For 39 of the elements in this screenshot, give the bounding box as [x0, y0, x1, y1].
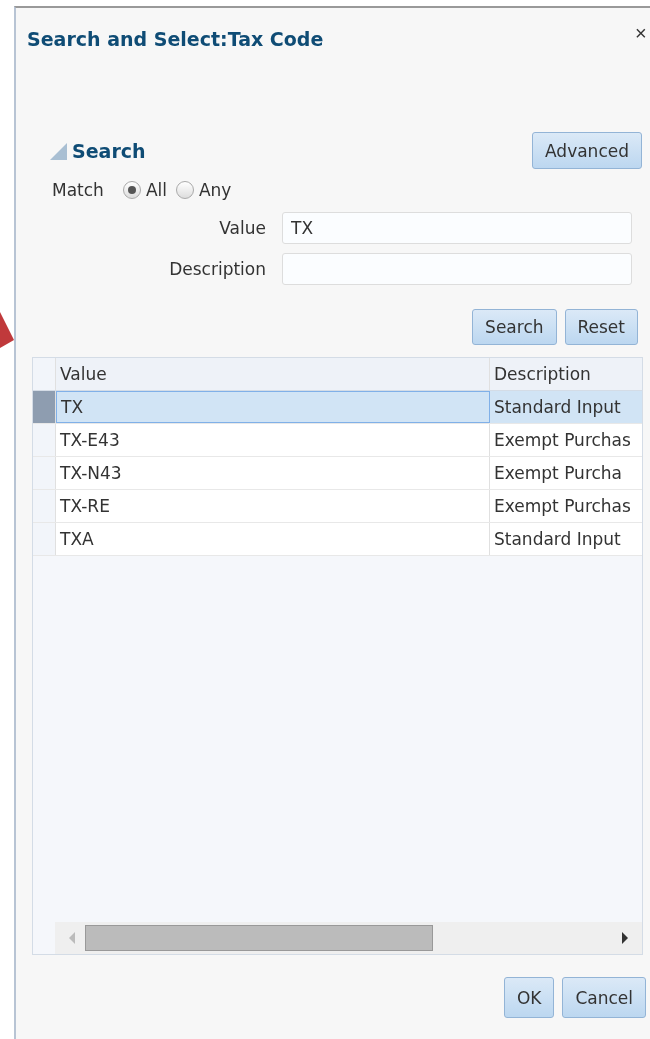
close-button[interactable]: ×	[635, 22, 647, 45]
search-form-button[interactable]: Search	[472, 309, 557, 345]
table-cell[interactable]: TX-RE	[56, 490, 490, 522]
radio-button[interactable]	[122, 181, 141, 199]
scroll-right-icon[interactable]	[620, 932, 630, 944]
row-indicator[interactable]	[33, 490, 56, 522]
radio-button[interactable]	[175, 181, 194, 199]
row-indicator[interactable]	[33, 391, 56, 423]
table-cell[interactable]: TX	[56, 391, 490, 423]
table-cell[interactable]: TX-E43	[56, 424, 490, 456]
input-field[interactable]: TX	[282, 212, 632, 244]
header-corner[interactable]	[33, 358, 56, 390]
field-label: Description	[168, 259, 266, 279]
section-heading: Search	[72, 139, 146, 162]
field-label: Value	[218, 218, 266, 238]
table-cell[interactable]: Standard Input	[490, 523, 642, 555]
column-header[interactable]: Description	[490, 358, 642, 390]
dialog-button[interactable]: Cancel	[562, 977, 646, 1018]
search-form-button[interactable]: Reset	[564, 309, 638, 345]
row-indicator[interactable]	[33, 424, 56, 456]
table-cell[interactable]: Exempt Purcha	[490, 457, 642, 489]
dialog-button[interactable]: OK	[503, 977, 555, 1018]
radio-label: All	[145, 180, 167, 200]
input-field[interactable]	[282, 253, 632, 285]
field-label: Match	[52, 180, 104, 200]
window-title: Search and Select:Tax Code	[27, 28, 324, 50]
row-indicator[interactable]	[33, 523, 56, 555]
radio-label: Any	[198, 180, 232, 200]
arrow-tip-icon	[0, 312, 14, 348]
advanced-button[interactable]: Advanced	[532, 132, 642, 169]
table-cell[interactable]: TX-N43	[56, 457, 490, 489]
table-cell[interactable]: Standard Input	[490, 391, 642, 423]
table-cell[interactable]: Exempt Purchas	[490, 424, 642, 456]
row-indicator[interactable]	[33, 457, 56, 489]
table-cell[interactable]: TXA	[56, 523, 490, 555]
scroll-left-icon[interactable]	[67, 932, 77, 944]
column-header[interactable]: Value	[56, 358, 490, 390]
table-cell[interactable]: Exempt Purchas	[490, 490, 642, 522]
scrollbar-thumb[interactable]	[85, 925, 433, 951]
